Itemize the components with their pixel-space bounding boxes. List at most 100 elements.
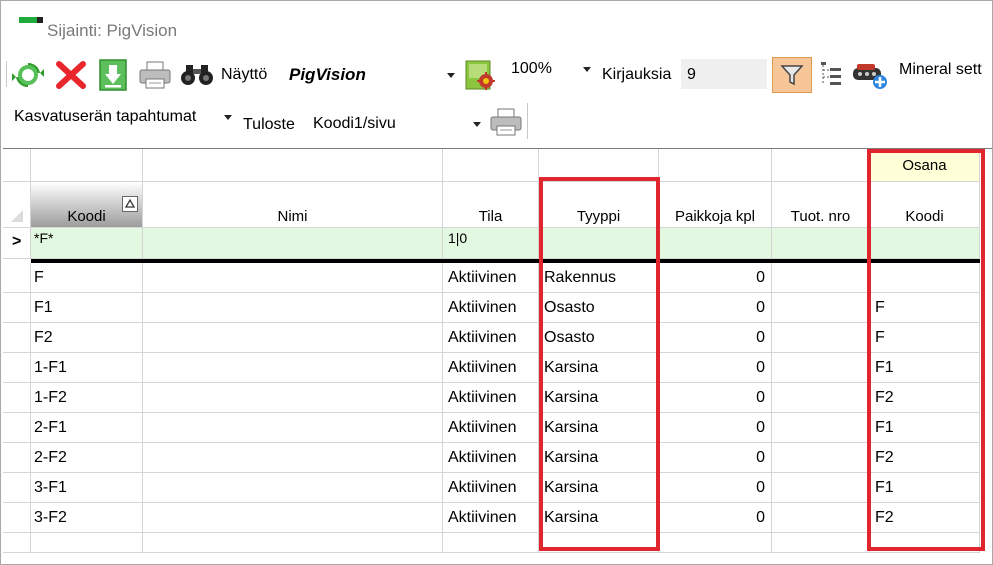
row-header[interactable] — [3, 503, 31, 533]
filter-toggle-button[interactable] — [772, 57, 812, 93]
new-row-cell[interactable] — [870, 533, 980, 553]
cell-tuot-nro[interactable] — [772, 323, 870, 353]
cell-tila[interactable]: Aktiivinen — [443, 293, 539, 323]
chevron-down-icon[interactable] — [224, 115, 232, 120]
cell-paikkoja[interactable]: 0 — [659, 473, 772, 503]
column-header-osana-koodi[interactable]: Koodi — [870, 182, 980, 228]
cell-tyyppi[interactable]: Osasto — [539, 323, 659, 353]
cell-koodi[interactable]: F — [31, 263, 143, 293]
machine-add-icon[interactable] — [851, 60, 889, 90]
new-row-cell[interactable] — [443, 533, 539, 553]
cell-tyyppi[interactable]: Osasto — [539, 293, 659, 323]
cell-tuot-nro[interactable] — [772, 443, 870, 473]
filter-tyyppi-input[interactable] — [539, 228, 659, 259]
column-header-tila[interactable]: Tila — [443, 182, 539, 228]
filter-koodi-input[interactable]: *F* — [31, 228, 143, 259]
cell-tuot-nro[interactable] — [772, 413, 870, 443]
cell-osana-koodi[interactable]: F2 — [870, 443, 980, 473]
cell-osana-koodi[interactable]: F1 — [870, 353, 980, 383]
cell-koodi[interactable]: F1 — [31, 293, 143, 323]
cell-tila[interactable]: Aktiivinen — [443, 473, 539, 503]
cell-tuot-nro[interactable] — [772, 263, 870, 293]
cell-tila[interactable]: Aktiivinen — [443, 503, 539, 533]
filter-nimi-input[interactable] — [143, 228, 443, 259]
row-header[interactable] — [3, 383, 31, 413]
new-row-cell[interactable] — [143, 533, 443, 553]
cell-nimi[interactable] — [143, 293, 443, 323]
sort-ascending-icon[interactable] — [122, 196, 138, 212]
refresh-icon[interactable] — [11, 59, 45, 91]
delete-icon[interactable] — [54, 59, 88, 91]
cell-tuot-nro[interactable] — [772, 473, 870, 503]
cell-koodi[interactable]: F2 — [31, 323, 143, 353]
row-header[interactable] — [3, 293, 31, 323]
new-row-cell[interactable] — [31, 533, 143, 553]
cell-nimi[interactable] — [143, 473, 443, 503]
new-row-cell[interactable] — [3, 533, 31, 553]
cell-nimi[interactable] — [143, 443, 443, 473]
column-header-tyyppi[interactable]: Tyyppi — [539, 182, 659, 228]
new-row-cell[interactable] — [659, 533, 772, 553]
cell-nimi[interactable] — [143, 413, 443, 443]
new-row-cell[interactable] — [539, 533, 659, 553]
cell-tyyppi[interactable]: Karsina — [539, 353, 659, 383]
cell-osana-koodi[interactable]: F1 — [870, 413, 980, 443]
cell-paikkoja[interactable]: 0 — [659, 263, 772, 293]
cell-tila[interactable]: Aktiivinen — [443, 323, 539, 353]
cell-koodi[interactable]: 2-F1 — [31, 413, 143, 443]
binoculars-icon[interactable] — [179, 62, 215, 88]
cell-nimi[interactable] — [143, 323, 443, 353]
cell-koodi[interactable]: 1-F2 — [31, 383, 143, 413]
filter-tila-input[interactable]: 1|0 — [443, 228, 539, 259]
row-header[interactable] — [3, 263, 31, 293]
view-settings-icon[interactable] — [463, 59, 497, 91]
toolbar-grip[interactable] — [6, 61, 7, 87]
chevron-down-icon[interactable] — [447, 73, 455, 78]
column-header-koodi[interactable]: Koodi — [31, 182, 143, 228]
cell-tuot-nro[interactable] — [772, 353, 870, 383]
cell-paikkoja[interactable]: 0 — [659, 443, 772, 473]
column-header-nimi[interactable]: Nimi — [143, 182, 443, 228]
chevron-down-icon[interactable] — [473, 122, 481, 127]
cell-osana-koodi[interactable]: F1 — [870, 473, 980, 503]
filter-osana-input[interactable] — [870, 228, 980, 259]
cell-tyyppi[interactable]: Karsina — [539, 413, 659, 443]
cell-tyyppi[interactable]: Karsina — [539, 473, 659, 503]
cell-paikkoja[interactable]: 0 — [659, 413, 772, 443]
cell-paikkoja[interactable]: 0 — [659, 293, 772, 323]
row-header[interactable] — [3, 473, 31, 503]
cell-tila[interactable]: Aktiivinen — [443, 413, 539, 443]
cell-koodi[interactable]: 3-F2 — [31, 503, 143, 533]
cell-osana-koodi[interactable]: F2 — [870, 383, 980, 413]
zoom-select[interactable]: 100% — [507, 57, 595, 91]
print-report-icon[interactable] — [489, 107, 523, 137]
events-menu-button[interactable]: Kasvatuserän tapahtumat — [14, 108, 196, 126]
cell-osana-koodi[interactable]: F — [870, 293, 980, 323]
filter-row-indicator[interactable]: > — [3, 228, 31, 259]
naytto-select[interactable]: PigVision — [283, 59, 459, 89]
tuloste-select[interactable]: Koodi1/sivu — [307, 107, 487, 141]
row-header[interactable] — [3, 443, 31, 473]
cell-osana-koodi[interactable]: F — [870, 323, 980, 353]
cell-tyyppi[interactable]: Karsina — [539, 503, 659, 533]
row-header[interactable] — [3, 323, 31, 353]
cell-tuot-nro[interactable] — [772, 503, 870, 533]
cell-paikkoja[interactable]: 0 — [659, 383, 772, 413]
filter-tuot-input[interactable] — [772, 228, 870, 259]
cell-paikkoja[interactable]: 0 — [659, 503, 772, 533]
cell-tila[interactable]: Aktiivinen — [443, 353, 539, 383]
cell-tuot-nro[interactable] — [772, 383, 870, 413]
cell-paikkoja[interactable]: 0 — [659, 353, 772, 383]
cell-tyyppi[interactable]: Rakennus — [539, 263, 659, 293]
chevron-down-icon[interactable] — [583, 67, 591, 72]
filter-paikkoja-input[interactable] — [659, 228, 772, 259]
cell-tyyppi[interactable]: Karsina — [539, 383, 659, 413]
cell-tila[interactable]: Aktiivinen — [443, 443, 539, 473]
cell-nimi[interactable] — [143, 353, 443, 383]
cell-tuot-nro[interactable] — [772, 293, 870, 323]
cell-tila[interactable]: Aktiivinen — [443, 383, 539, 413]
mineral-settings-button[interactable]: Mineral sett — [899, 61, 982, 79]
download-icon[interactable] — [97, 58, 129, 92]
cell-osana-koodi[interactable] — [870, 263, 980, 293]
cell-tyyppi[interactable]: Karsina — [539, 443, 659, 473]
